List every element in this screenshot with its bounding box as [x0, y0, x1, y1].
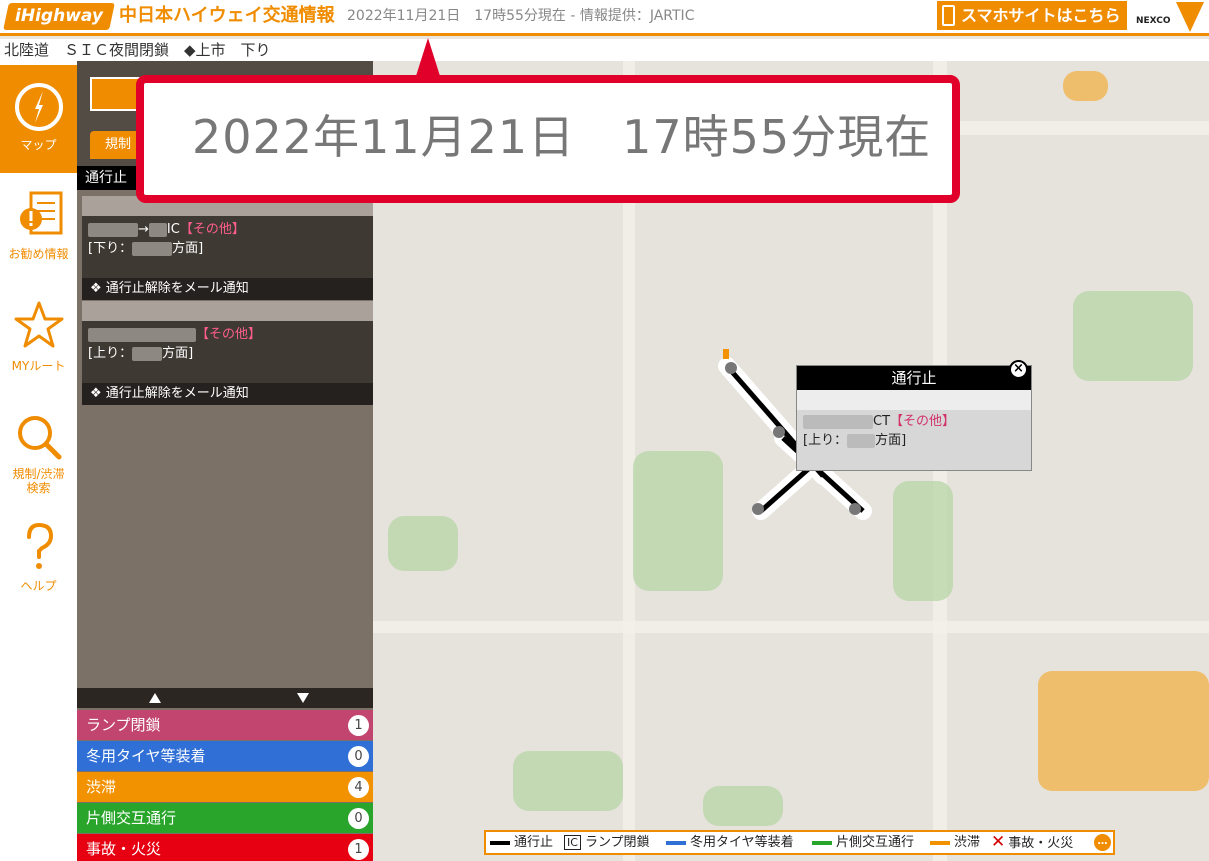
- closure-line-icon: [490, 840, 510, 845]
- congestion-line-icon: [930, 840, 950, 845]
- count-badge: 1: [348, 839, 369, 860]
- map-road: [373, 621, 1209, 633]
- legend-ramp: IC ランプ閉鎖: [564, 832, 650, 853]
- mail-notify-link[interactable]: ❖ 通行止解除をメール通知: [82, 383, 373, 405]
- category-winter-tires[interactable]: 冬用タイヤ等装着 0: [77, 741, 373, 771]
- legend-congestion: 渋滞: [930, 832, 980, 853]
- category-ramp-closure[interactable]: ランプ閉鎖 1: [77, 710, 373, 740]
- search-icon: [17, 416, 61, 460]
- redacted-text: [132, 241, 173, 256]
- legend-accident: ✕ 事故・火災: [991, 832, 1074, 852]
- popup-route-name: [797, 390, 1031, 410]
- map-highlight: [1038, 671, 1209, 791]
- map-highlight: [1063, 71, 1108, 101]
- winter-line-icon: [666, 840, 686, 845]
- count-badge: 4: [348, 777, 369, 798]
- diamond-bullet-icon: ❖: [90, 281, 106, 296]
- legend-winter-tires: 冬用タイヤ等装着: [666, 832, 794, 853]
- redacted-text: [847, 433, 876, 448]
- nexco-logo[interactable]: NEXCO: [1136, 2, 1206, 34]
- redacted-text: [148, 222, 167, 237]
- category-tag: 【その他】: [179, 222, 245, 237]
- alternating-line-icon: [812, 840, 832, 845]
- redacted-text: [803, 414, 873, 429]
- ic-icon: IC: [564, 835, 581, 850]
- legend-alternating: 片側交互通行: [812, 832, 914, 853]
- left-nav: マップ お勧め情報 MYルート 規制/渋滞検索 ヘルプ: [0, 61, 77, 861]
- redacted-text: [88, 222, 138, 237]
- nav-map[interactable]: マップ: [0, 65, 77, 173]
- category-tag: 【その他】: [196, 327, 262, 342]
- app-title: 中日本ハイウェイ交通情報: [119, 5, 335, 26]
- map-park: [703, 786, 783, 826]
- nav-help[interactable]: ヘルプ: [0, 517, 77, 625]
- count-badge: 0: [348, 808, 369, 829]
- smartphone-site-button[interactable]: スマホサイトはこちら: [937, 1, 1127, 30]
- legend-closure: 通行止: [490, 832, 553, 853]
- star-icon: [14, 301, 63, 348]
- map-legend: 通行止 IC ランプ閉鎖 冬用タイヤ等装着 片側交互通行 渋滞 ✕ 事故・火災 …: [484, 830, 1115, 855]
- scroll-up-icon[interactable]: [149, 693, 161, 703]
- compass-icon: [14, 83, 63, 131]
- closure-popup[interactable]: 通行止 CT【その他】 [上り： 方面] ×: [796, 360, 1032, 471]
- category-alternating-traffic[interactable]: 片側交互通行 0: [77, 803, 373, 833]
- callout-timestamp: 2022年11月21日 17時55分現在: [192, 110, 932, 164]
- nexco-v-icon: [1176, 2, 1204, 32]
- nav-recommended[interactable]: お勧め情報: [0, 181, 77, 289]
- count-badge: 1: [348, 715, 369, 736]
- callout-pointer: [416, 38, 440, 76]
- redacted-text: [132, 346, 163, 361]
- entry-route-name: [82, 301, 373, 321]
- popup-title: 通行止: [797, 366, 1031, 390]
- count-badge: 0: [348, 746, 369, 767]
- timestamp-callout: 2022年11月21日 17時55分現在: [136, 75, 960, 203]
- close-icon[interactable]: ×: [1009, 360, 1028, 379]
- ihighway-logo[interactable]: iHighway: [3, 3, 115, 30]
- category-accident-fire[interactable]: 事故・火災 1: [77, 834, 373, 861]
- category-tag: 【その他】: [890, 414, 956, 429]
- mail-notify-link[interactable]: ❖ 通行止解除をメール通知: [82, 278, 373, 300]
- nav-my-route[interactable]: MYルート: [0, 293, 77, 401]
- category-congestion[interactable]: 渋滞 4: [77, 772, 373, 802]
- closure-entry[interactable]: → IC【その他】 [下り： 方面]: [82, 216, 373, 278]
- nav-regulation-search[interactable]: 規制/渋滞検索: [0, 405, 77, 513]
- redacted-text: [88, 327, 196, 342]
- closure-entry[interactable]: 【その他】 [上り： 方面]: [82, 321, 373, 383]
- list-scroller: [77, 688, 373, 708]
- diamond-bullet-icon: ❖: [90, 386, 106, 401]
- smartphone-icon: [942, 5, 955, 26]
- legend-more-icon[interactable]: …: [1094, 834, 1111, 851]
- map-park: [893, 481, 953, 601]
- map-park: [1073, 291, 1193, 381]
- scroll-down-icon[interactable]: [297, 693, 309, 703]
- map-park: [633, 451, 723, 591]
- update-timestamp: 2022年11月21日 17時55分現在 - 情報提供：JARTIC: [347, 8, 695, 24]
- header: iHighway 中日本ハイウェイ交通情報 2022年11月21日 17時55分…: [0, 0, 1209, 36]
- notice-board-icon: [19, 191, 62, 235]
- map-park: [388, 516, 458, 571]
- cross-icon: ✕: [991, 832, 1006, 852]
- map-park: [513, 751, 623, 811]
- route-ticker: 北陸道 ＳＩＣ夜間閉鎖 ◆上市 下り: [0, 39, 1209, 61]
- question-icon: [26, 522, 53, 569]
